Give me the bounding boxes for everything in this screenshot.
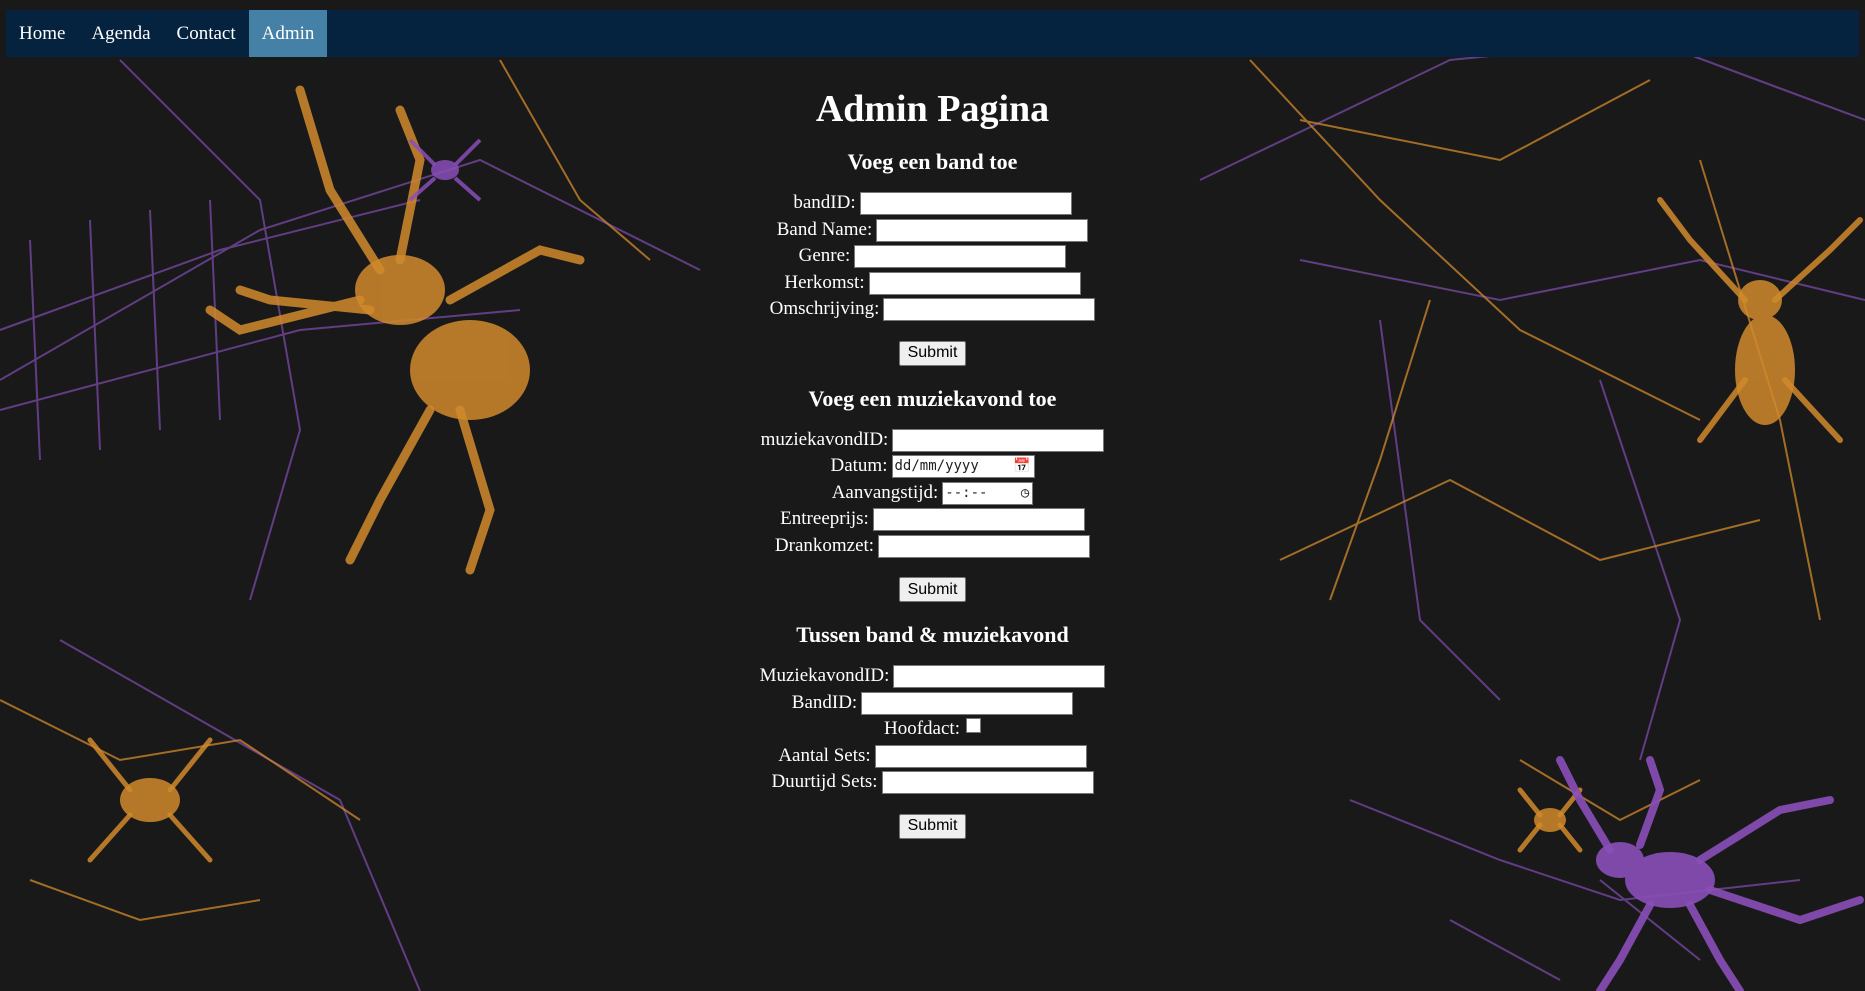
top-navigation: Home Agenda Contact Admin	[6, 10, 1859, 57]
tussen-bandid-label: BandID:	[791, 691, 858, 713]
band-name-label: Band Name:	[776, 218, 873, 240]
duurtijd-sets-input[interactable]	[881, 771, 1094, 795]
datum-placeholder: dd/mm/yyyy	[894, 458, 979, 475]
aanvangstijd-row: Aanvangstijd: --:-- ◷	[0, 480, 1865, 507]
entreeprijs-label: Entreeprijs:	[780, 508, 869, 529]
aanvangstijd-input[interactable]: --:-- ◷	[942, 481, 1034, 505]
muziekavond-submit-button[interactable]: Submit	[898, 577, 967, 602]
omschrijving-row: Omschrijving:	[0, 296, 1865, 323]
herkomst-input[interactable]	[868, 271, 1081, 295]
herkomst-row: Herkomst:	[0, 270, 1865, 297]
herkomst-label: Herkomst:	[784, 271, 865, 293]
entreeprijs-input[interactable]	[872, 508, 1085, 532]
aantal-sets-label: Aantal Sets:	[778, 744, 871, 766]
tussen-form: Tussen band & muziekavond MuziekavondID:…	[0, 622, 1865, 839]
clock-icon[interactable]: ◷	[1021, 483, 1029, 504]
tussen-bandid-row: BandID:	[0, 690, 1865, 717]
band-form: Voeg een band toe bandID: Band Name: Gen…	[0, 149, 1865, 366]
calendar-icon[interactable]: 📅	[1013, 456, 1030, 477]
band-id-label: bandID:	[793, 192, 856, 213]
nav-item-agenda[interactable]: Agenda	[78, 10, 163, 57]
drankomzet-input[interactable]	[878, 534, 1091, 558]
muziekavond-id-row: muziekavondID:	[0, 427, 1865, 454]
aantal-sets-row: Aantal Sets:	[0, 743, 1865, 770]
band-form-heading: Voeg een band toe	[847, 149, 1018, 174]
datum-label: Datum:	[830, 455, 888, 476]
tussen-submit-button[interactable]: Submit	[898, 813, 967, 839]
entreeprijs-row: Entreeprijs:	[0, 506, 1865, 533]
tussen-muziekavondid-label: MuziekavondID:	[759, 665, 890, 686]
tussen-form-heading: Tussen band & muziekavond	[796, 622, 1069, 647]
band-name-input[interactable]	[876, 218, 1089, 242]
aantal-sets-input[interactable]	[874, 744, 1087, 768]
drankomzet-label: Drankomzet:	[774, 534, 875, 556]
hoofdact-row: Hoofdact:	[0, 716, 1865, 743]
band-id-input[interactable]	[859, 192, 1072, 216]
tussen-muziekavondid-row: MuziekavondID:	[0, 663, 1865, 690]
main-content: Admin Pagina Voeg een band toe bandID: B…	[0, 57, 1865, 839]
omschrijving-label: Omschrijving:	[769, 298, 880, 319]
hoofdact-label: Hoofdact:	[884, 718, 960, 739]
drankomzet-row: Drankomzet:	[0, 533, 1865, 560]
nav-item-contact[interactable]: Contact	[164, 10, 249, 57]
tussen-bandid-input[interactable]	[861, 691, 1074, 715]
band-id-row: bandID:	[0, 190, 1865, 217]
duurtijd-sets-row: Duurtijd Sets:	[0, 769, 1865, 796]
nav-item-admin[interactable]: Admin	[248, 10, 328, 57]
datum-row: Datum: dd/mm/yyyy 📅	[0, 453, 1865, 480]
aanvangstijd-label: Aanvangstijd:	[831, 481, 939, 503]
duurtijd-sets-label: Duurtijd Sets:	[771, 771, 878, 792]
datum-input[interactable]: dd/mm/yyyy 📅	[891, 455, 1035, 479]
nav-item-home[interactable]: Home	[6, 10, 78, 57]
muziekavond-id-input[interactable]	[892, 428, 1105, 452]
muziekavond-form-heading: Voeg een muziekavond toe	[808, 385, 1057, 411]
band-name-row: Band Name:	[0, 217, 1865, 244]
omschrijving-input[interactable]	[883, 298, 1096, 322]
page-title: Admin Pagina	[815, 88, 1050, 130]
muziekavond-id-label: muziekavondID:	[760, 428, 889, 450]
muziekavond-form: Voeg een muziekavond toe muziekavondID: …	[0, 385, 1865, 602]
band-submit-button[interactable]: Submit	[898, 340, 967, 366]
genre-input[interactable]	[854, 245, 1067, 269]
hoofdact-checkbox[interactable]	[965, 718, 981, 733]
tussen-muziekavondid-input[interactable]	[893, 665, 1106, 689]
genre-label: Genre:	[798, 245, 851, 266]
genre-row: Genre:	[0, 243, 1865, 270]
aanvangstijd-placeholder: --:--	[945, 484, 988, 501]
